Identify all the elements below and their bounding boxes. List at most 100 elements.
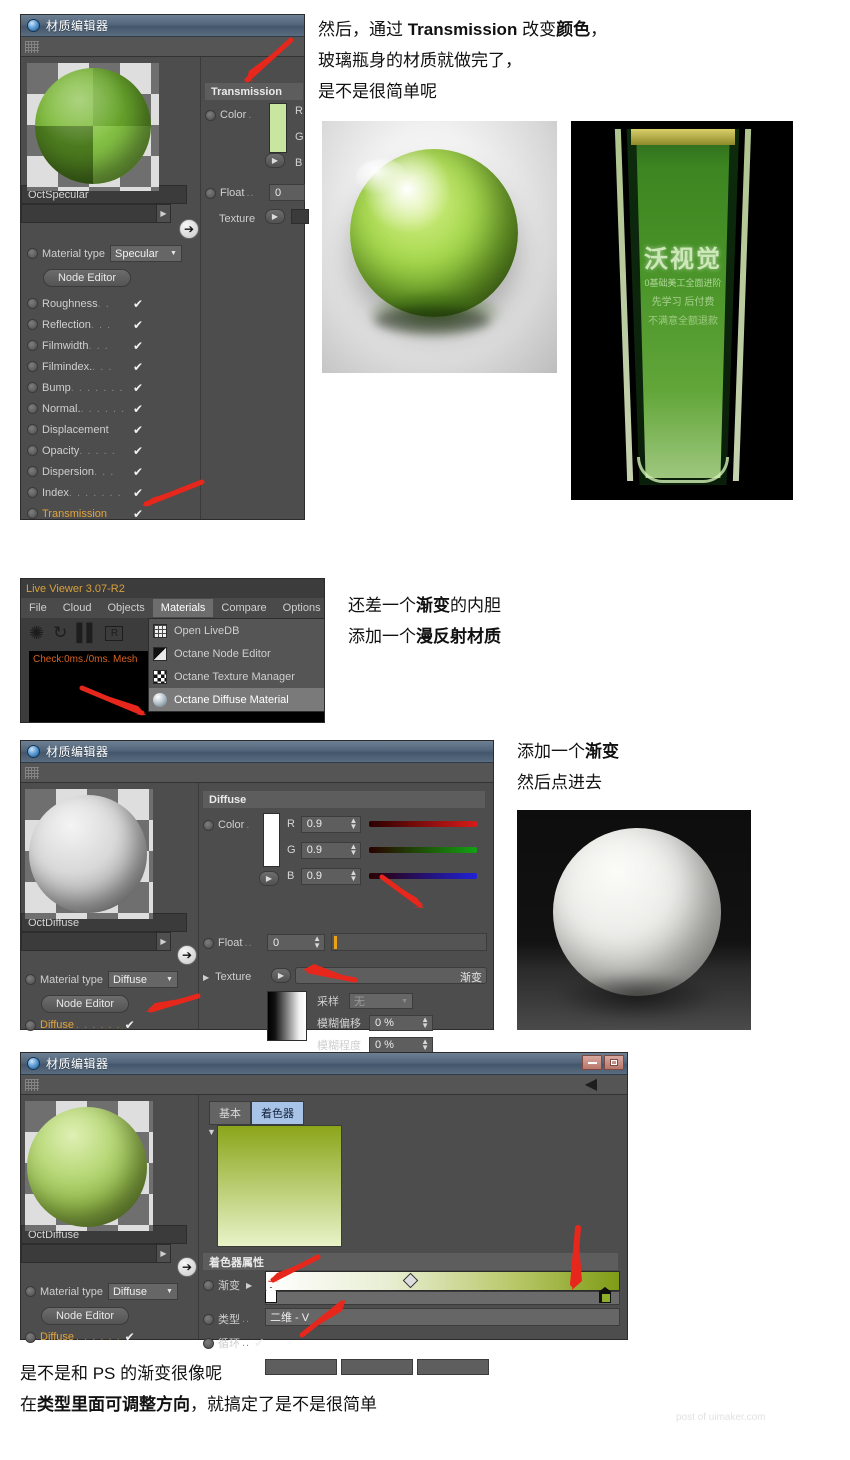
material-type-row[interactable]: Material type Specular ▼ [27,245,197,262]
spinner-icon[interactable]: ▲▼ [350,842,358,856]
color-expand-button[interactable]: ▶ [265,153,285,168]
minimize-button[interactable] [582,1055,602,1070]
menu-item-compare[interactable]: Compare [213,599,274,617]
color-radio[interactable] [203,819,214,831]
texture-field[interactable] [291,209,309,224]
record-button[interactable]: R [105,625,124,641]
materials-dropdown-menu[interactable]: Open LiveDB Octane Node Editor Octane Text… [148,618,325,712]
material-preview[interactable] [25,789,153,919]
type-radio[interactable] [203,1313,214,1325]
gradient-row[interactable]: 渐变 ▶ [203,1277,252,1293]
float-radio[interactable] [203,937,214,949]
pause-icon[interactable]: ▌▌ [76,623,98,643]
channel-radio[interactable] [27,298,38,309]
blur-amount-field[interactable]: 0 % ▲ ▼ [369,1037,433,1053]
spinner-icon[interactable]: ▲▼ [421,1015,429,1029]
link-expand-icon[interactable]: ▶ [156,1245,170,1262]
channel-radio[interactable] [27,319,38,330]
loop-checkbox[interactable]: ✔ [254,1337,264,1349]
color-row[interactable]: Color . [203,819,250,831]
tab-basic[interactable]: 基本 [209,1101,251,1125]
gradient-radio[interactable] [203,1279,214,1291]
channel-radio[interactable] [27,487,38,498]
rgb-value-field[interactable]: 0.9 ▲ ▼ [300,815,362,833]
render-restart-icon[interactable]: ✺ [29,623,44,644]
type-combo[interactable]: 二维 - V [265,1308,620,1326]
gradient-preview-swatch[interactable] [217,1125,342,1247]
channel-row[interactable]: Roughness . . ✔ [27,293,195,314]
rgb-value-field[interactable]: 0.9 ▲ ▼ [300,841,362,859]
back-arrow-icon[interactable]: ◀ [585,1075,597,1094]
material-editor-diffuse-window[interactable]: 材质编辑器 OctDiffuse ▶ ➔ Material type Diffu… [20,740,494,1075]
channel-checkbox[interactable]: ✔ [133,319,143,331]
channel-checkbox[interactable]: ✔ [133,340,143,352]
material-type-radio[interactable] [25,1286,36,1297]
refresh-icon[interactable]: ↻ [53,623,67,643]
menu-item[interactable]: Open LiveDB [149,619,324,642]
channel-row[interactable]: Displacement ✔ [27,419,195,440]
channel-row[interactable]: Filmwidth . . . ✔ [27,335,195,356]
channel-checkbox[interactable]: ✔ [125,1019,135,1031]
blur-amount-row[interactable]: 模糊程度 0 % ▲ ▼ [317,1037,433,1053]
menu-item[interactable]: Octane Texture Manager [149,665,324,688]
channel-radio[interactable] [27,361,38,372]
gradient-thumbnail[interactable] [267,991,307,1041]
window-buttons[interactable] [582,1055,624,1070]
channel-checkbox[interactable]: ✔ [133,466,143,478]
material-type-radio[interactable] [25,974,36,985]
rgb-row-r[interactable]: R 0.9 ▲ ▼ [287,811,477,837]
channel-radio[interactable] [27,340,38,351]
blur-offset-row[interactable]: 模糊偏移 0 % ▲ ▼ [317,1015,433,1031]
channel-radio[interactable] [27,508,38,519]
channel-row-diffuse[interactable]: Diffuse . . . . . . ✔ [25,1331,135,1343]
gradient-preview-disclosure-icon[interactable]: ▼ [207,1127,216,1137]
material-type-combo[interactable]: Diffuse ▼ [107,971,178,988]
channel-row[interactable]: Opacity . . . . . ✔ [27,440,195,461]
rgb-slider[interactable] [369,847,477,853]
texture-disclosure-icon[interactable]: ▶ [203,973,209,982]
channel-radio[interactable] [27,445,38,456]
float-slider[interactable] [331,933,487,951]
loop-row[interactable]: 循环 .. ✔ [203,1335,264,1351]
maximize-button[interactable] [604,1055,624,1070]
material-editor-specular-window[interactable]: 材质编辑器 OctSpecular ▶ ➔ Material type Spec… [20,14,309,520]
channel-checkbox[interactable]: ✔ [133,403,143,415]
rgb-slider[interactable] [369,821,477,827]
material-link-field[interactable]: ▶ [21,1244,171,1263]
gradient-bar[interactable] [265,1271,620,1291]
channel-checkbox[interactable]: ✔ [133,361,143,373]
menu-item[interactable]: Octane Diffuse Material [149,688,324,711]
menu-item-file[interactable]: File [21,599,55,617]
spinner-icon[interactable]: ▲▼ [421,1037,429,1051]
color-radio[interactable] [205,109,216,121]
color-row[interactable]: Color . [205,109,252,121]
drag-grip-icon[interactable] [25,766,39,779]
spinner-icon[interactable]: ▲▼ [350,816,358,830]
channel-row[interactable]: Reflection . . . ✔ [27,314,195,335]
channel-checkbox[interactable]: ✔ [133,445,143,457]
shader-tabs[interactable]: 基本 着色器 [209,1101,304,1125]
material-type-row[interactable]: Material type Diffuse ▼ [25,1283,178,1300]
link-expand-icon[interactable]: ▶ [156,933,170,950]
rgb-row-b[interactable]: B 0.9 ▲ ▼ [287,863,477,889]
float-radio[interactable] [205,187,216,199]
material-preview[interactable] [25,1101,153,1231]
texture-row[interactable]: ▶ Texture [203,971,251,983]
drag-grip-icon[interactable] [25,1078,39,1091]
menu-item-objects[interactable]: Objects [99,599,152,617]
blur-offset-field[interactable]: 0 % ▲ ▼ [369,1015,433,1031]
channel-checkbox[interactable]: ✔ [133,508,143,520]
float-row[interactable]: Float .. [203,937,253,949]
node-editor-button[interactable]: Node Editor [43,269,131,287]
channel-checkbox[interactable]: ✔ [133,298,143,310]
channel-radio[interactable] [25,1331,36,1343]
material-type-combo[interactable]: Specular ▼ [109,245,182,262]
sampling-combo[interactable]: 无 ▼ [349,993,413,1009]
spinner-icon[interactable]: ▲▼ [350,868,358,882]
channel-radio[interactable] [27,382,38,393]
channel-row[interactable]: Transmission ✔ [27,503,195,524]
material-type-radio[interactable] [27,248,38,259]
rgb-row-g[interactable]: G 0.9 ▲ ▼ [287,837,477,863]
channel-radio[interactable] [27,466,38,477]
color-swatch[interactable] [263,813,280,867]
